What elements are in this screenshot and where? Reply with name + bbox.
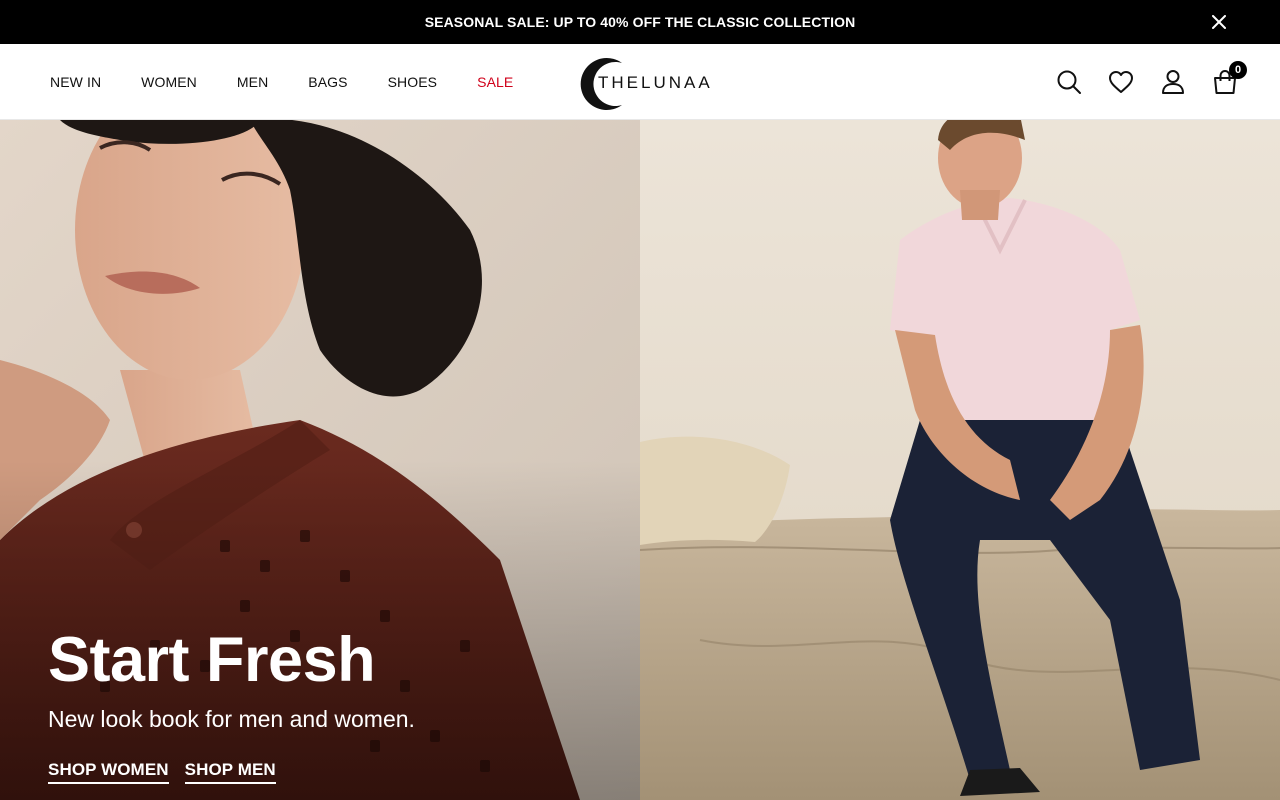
main-nav: NEW IN WOMEN MEN BAGS SHOES SALE — [50, 44, 553, 120]
site-header: NEW IN WOMEN MEN BAGS SHOES SALE THELUNA… — [0, 44, 1280, 120]
hero-banner: Start Fresh New look book for men and wo… — [0, 120, 1280, 800]
nav-item-new-in[interactable]: NEW IN — [50, 74, 101, 90]
cart-count-badge: 0 — [1229, 61, 1247, 79]
site-logo[interactable]: THELUNAA — [576, 54, 716, 110]
shopping-bag-icon[interactable]: 0 — [1210, 61, 1247, 97]
hero-title: Start Fresh — [48, 625, 376, 695]
hero-image-men[interactable] — [640, 120, 1280, 800]
shop-men-link[interactable]: SHOP MEN — [184, 760, 276, 784]
announcement-bar: SEASONAL SALE: UP TO 40% OFF THE CLASSIC… — [0, 0, 1280, 44]
logo-text: THELUNAA — [598, 73, 713, 92]
shop-women-link[interactable]: SHOP WOMEN — [48, 760, 169, 784]
announcement-text: SEASONAL SALE: UP TO 40% OFF THE CLASSIC… — [424, 14, 856, 30]
nav-item-women[interactable]: WOMEN — [141, 74, 197, 90]
close-icon[interactable] — [1208, 11, 1230, 33]
women-photo — [0, 120, 640, 800]
hero-image-women[interactable] — [0, 120, 640, 800]
men-photo — [640, 120, 1280, 800]
search-icon[interactable] — [1054, 67, 1084, 97]
nav-item-sale[interactable]: SALE — [477, 74, 513, 90]
nav-item-shoes[interactable]: SHOES — [388, 74, 438, 90]
user-icon[interactable] — [1158, 67, 1188, 97]
header-icons: 0 — [1032, 44, 1247, 120]
hero-cta-links: SHOP WOMEN SHOP MEN — [48, 760, 292, 784]
hero-subtitle: New look book for men and women. — [48, 706, 415, 732]
heart-icon[interactable] — [1106, 67, 1136, 97]
nav-item-men[interactable]: MEN — [237, 74, 268, 90]
nav-item-bags[interactable]: BAGS — [308, 74, 347, 90]
